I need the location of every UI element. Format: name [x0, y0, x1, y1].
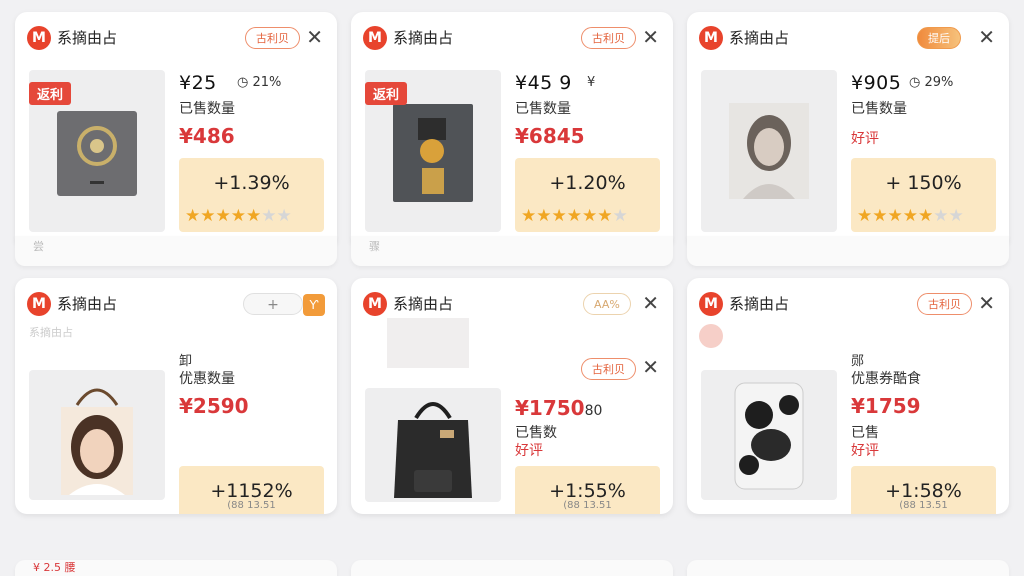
product-card[interactable]: M 系摘由占 古利贝 ✕ 返利 ¥45 9 ¥ 已售数量 ¥6845 +1.20… — [351, 12, 673, 248]
close-icon[interactable]: ✕ — [642, 292, 659, 314]
product-card[interactable]: M 系摘由占 古利贝 ✕ 郧 优惠券酷食 ¥1759 已售 好评 +1:58% … — [687, 278, 1009, 514]
rating-stars: ★★★★★★★ — [185, 206, 292, 226]
shop-logo-icon: M — [363, 292, 387, 316]
close-icon[interactable]: ✕ — [642, 26, 659, 48]
coupon-label: 优惠券酷食 — [851, 371, 921, 387]
sale-price: ¥486 — [179, 124, 235, 148]
sale-price: ¥175080 — [515, 396, 603, 420]
sold-label: 已售数 — [515, 425, 557, 441]
rate-value: +1:58% — [885, 480, 962, 502]
price: ¥25 — [179, 72, 217, 94]
rating-stars: ★★★★★★★ — [857, 206, 964, 226]
product-card[interactable]: M 系摘由占 + Ƴ 系摘由占 卸 优惠数量 ¥2590 +1152% (88 … — [15, 278, 337, 514]
rating-stars: ★★★★★★★ — [185, 512, 292, 514]
close-icon[interactable]: ✕ — [978, 26, 995, 48]
unit-label: 卸 — [179, 354, 193, 369]
tag-icon[interactable]: Ƴ — [303, 294, 325, 316]
card-peek: 骤 — [351, 236, 673, 266]
rating-stars: ★★★★★★★ — [857, 512, 964, 514]
rating-stars: ★★★★★★★ — [521, 512, 628, 514]
price: ¥905 — [851, 72, 902, 94]
close-icon[interactable]: ✕ — [642, 356, 659, 378]
discount-percent: ◷ 29% — [909, 75, 954, 90]
product-card[interactable]: M 系摘由占 AA% ✕ 古利贝 ✕ ¥175080 已售数 好评 +1:55%… — [351, 278, 673, 514]
product-card[interactable]: M 系摘由占 提后 ✕ ¥905 ◷ 29% 已售数量 好评 + 150% ★★… — [687, 12, 1009, 248]
rate-box: +1152% (88 13.51 ★★★★★★★ — [179, 466, 324, 514]
good-review-label: 好评 — [851, 131, 879, 147]
rebate-badge-button[interactable]: 古利贝 — [245, 27, 300, 49]
rate-subtext: (88 13.51 — [563, 500, 612, 511]
shop-name: 系摘由占 — [393, 29, 454, 47]
unit-label: 郧 — [851, 354, 865, 369]
sale-price: ¥1759 — [851, 394, 921, 418]
woman-image-icon — [61, 388, 133, 495]
close-icon[interactable]: ✕ — [978, 292, 995, 314]
shop-name: 系摘由占 — [57, 295, 118, 313]
card-peek — [687, 560, 1009, 576]
bag-image-icon — [57, 111, 137, 196]
rate-value: +1152% — [210, 480, 293, 502]
shop-logo-icon: M — [363, 26, 387, 50]
discount-percent: ¥ — [587, 75, 596, 90]
shop-name: 系摘由占 — [729, 29, 790, 47]
rebate-badge-button[interactable]: 古利贝 — [581, 27, 636, 49]
sold-label: 已售 — [851, 425, 879, 441]
card-peek: ¥ 2.5 腰 — [15, 560, 337, 576]
price: ¥45 9 — [515, 72, 572, 94]
sold-count-label: 已售数量 — [851, 101, 907, 117]
cup-image-icon — [734, 382, 804, 490]
sold-count-label: 已售数量 — [179, 101, 235, 117]
shop-logo-icon: M — [699, 26, 723, 50]
rebate-ribbon: 返利 — [365, 82, 408, 105]
black-tote-image-icon — [394, 402, 472, 498]
shop-logo-icon: M — [699, 292, 723, 316]
clock-icon: ◷ — [909, 75, 921, 90]
portrait-image-icon — [729, 103, 809, 199]
rate-box: + 150% ★★★★★★★ — [851, 158, 996, 232]
rebate-badge-button[interactable]: 古利贝 — [917, 293, 972, 315]
product-thumbnail[interactable] — [701, 70, 837, 232]
card-peek — [351, 560, 673, 576]
product-thumbnail[interactable] — [365, 388, 501, 502]
good-review-label: 好评 — [851, 443, 879, 459]
promo-badge-button[interactable]: 提后 — [917, 27, 961, 49]
rebate-ribbon: 返利 — [29, 82, 72, 105]
rebate-badge-button[interactable]: 古利贝 — [581, 358, 636, 380]
shop-name: 系摘由占 — [393, 295, 454, 313]
rate-value: +1.20% — [549, 172, 626, 194]
rate-subtext: (88 13.51 — [227, 500, 276, 511]
shop-logo-icon: M — [27, 292, 51, 316]
sale-price: ¥2590 — [179, 394, 249, 418]
sub-shop-name: 系摘由占 — [29, 326, 73, 339]
rate-value: +1:55% — [549, 480, 626, 502]
close-icon[interactable]: ✕ — [306, 26, 323, 48]
good-review-label: 好评 — [515, 443, 543, 459]
tote-image-icon — [393, 104, 473, 202]
rating-stars: ★★★★★★★ — [521, 206, 628, 226]
sold-count-label: 已售数量 — [515, 101, 571, 117]
shop-logo-icon: M — [27, 26, 51, 50]
rate-box: +1.20% ★★★★★★★ — [515, 158, 660, 232]
coupon-count-label: 优惠数量 — [179, 371, 235, 387]
shop-name: 系摘由占 — [729, 295, 790, 313]
card-peek: 尝 — [15, 236, 337, 266]
faded-logo-icon — [699, 324, 723, 348]
rate-value: +1.39% — [213, 172, 290, 194]
product-thumbnail[interactable] — [701, 370, 837, 500]
rate-box: +1:55% (88 13.51 ★★★★★★★ — [515, 466, 660, 514]
sale-price: ¥6845 — [515, 124, 585, 148]
shop-name: 系摘由占 — [57, 29, 118, 47]
add-button[interactable]: + — [243, 293, 303, 315]
discount-percent: ◷ 21% — [237, 75, 282, 90]
rate-value: + 150% — [885, 172, 962, 194]
rate-box: +1:58% (88 13.51 ★★★★★★★ — [851, 466, 996, 514]
card-peek — [687, 236, 1009, 266]
rate-box: +1.39% ★★★★★★★ — [179, 158, 324, 232]
product-card[interactable]: M 系摘由占 古利贝 ✕ 返利 ¥25 ◷ 21% 已售数量 ¥486 +1.3… — [15, 12, 337, 248]
percent-badge-button[interactable]: AA% — [583, 293, 631, 315]
overlay-thumbnail — [387, 318, 469, 368]
product-thumbnail[interactable] — [29, 370, 165, 500]
clock-icon: ◷ — [237, 75, 249, 90]
rate-subtext: (88 13.51 — [899, 500, 948, 511]
